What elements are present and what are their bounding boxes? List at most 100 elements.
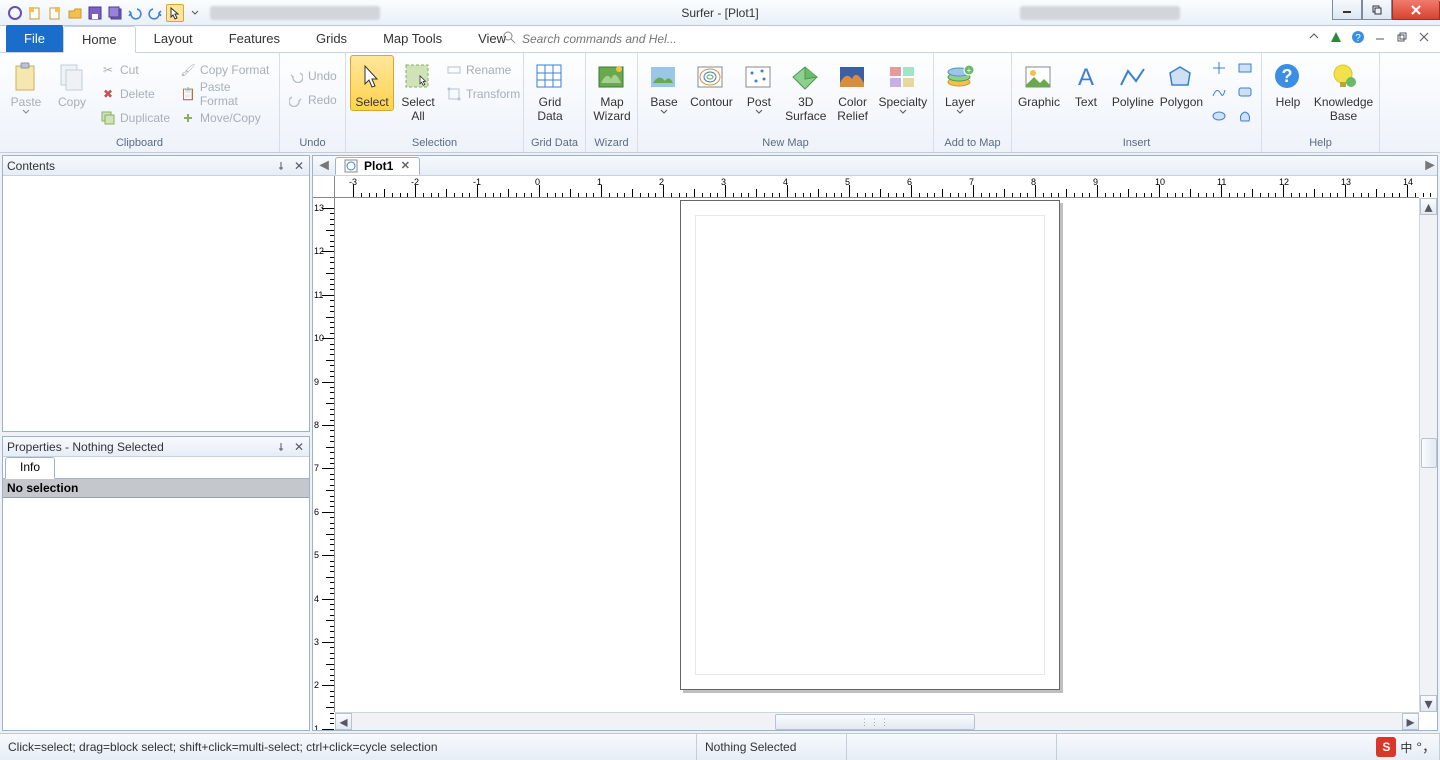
insert-point-icon[interactable]: [1207, 57, 1231, 79]
tab-nav-left-icon[interactable]: ◄: [317, 159, 331, 173]
vertical-ruler: 131211109876543210-1: [313, 198, 335, 712]
paste-button[interactable]: Paste: [4, 55, 48, 117]
paste-format-icon: 📋: [180, 86, 196, 102]
group-label: Selection: [350, 136, 519, 152]
status-tray: S 中 °，: [1376, 737, 1436, 757]
help-button[interactable]: ?Help: [1266, 55, 1310, 111]
tab-nav-right-icon[interactable]: ►: [1423, 159, 1437, 173]
undo-button[interactable]: Undo: [284, 65, 341, 87]
close-icon[interactable]: ✕: [291, 440, 307, 454]
base-icon: [648, 61, 680, 93]
scroll-up-icon[interactable]: ▴: [1420, 198, 1437, 215]
qat-pointer-icon[interactable]: [166, 4, 184, 22]
cut-button[interactable]: ✂Cut: [96, 59, 174, 81]
horizontal-scrollbar[interactable]: ◂ ⋮⋮⋮ ▸: [335, 712, 1419, 730]
redo-button[interactable]: Redo: [284, 89, 341, 111]
tab-info[interactable]: Info: [5, 457, 55, 479]
ime-icon[interactable]: S: [1376, 737, 1396, 757]
pin-icon[interactable]: [273, 159, 289, 173]
pin-icon[interactable]: [273, 440, 289, 454]
qat-redo-icon[interactable]: [146, 4, 164, 22]
collapse-ribbon-icon[interactable]: [1306, 29, 1322, 45]
title-bar: Surfer - [Plot1]: [0, 0, 1440, 26]
lang-icon[interactable]: 中: [1400, 739, 1412, 756]
tab-features[interactable]: Features: [211, 25, 298, 52]
color-relief-button[interactable]: Color Relief: [831, 55, 875, 125]
scroll-left-icon[interactable]: ◂: [335, 713, 352, 730]
feedback-icon[interactable]: [1328, 29, 1344, 45]
scroll-thumb[interactable]: [1421, 438, 1437, 468]
map-wizard-button[interactable]: Map Wizard: [590, 55, 634, 125]
vertical-scrollbar[interactable]: ▴ ▾: [1419, 198, 1437, 712]
select-button[interactable]: Select: [350, 55, 394, 111]
kb-button[interactable]: Knowledge Base: [1312, 55, 1375, 125]
qat-save-icon[interactable]: [86, 4, 104, 22]
tab-layout[interactable]: Layout: [136, 25, 211, 52]
move-copy-button[interactable]: Move/Copy: [176, 107, 275, 129]
app-icon[interactable]: [6, 4, 24, 22]
qat-undo-icon[interactable]: [126, 4, 144, 22]
text-icon: A: [1070, 61, 1102, 93]
search-commands[interactable]: [495, 28, 699, 50]
qat-open-icon[interactable]: [66, 4, 84, 22]
duplicate-button[interactable]: Duplicate: [96, 107, 174, 129]
graphic-button[interactable]: Graphic: [1016, 55, 1062, 111]
select-all-button[interactable]: Select All: [396, 55, 440, 125]
close-button[interactable]: [1392, 0, 1440, 20]
polygon-button[interactable]: Polygon: [1158, 55, 1205, 111]
base-button[interactable]: Base: [642, 55, 686, 117]
punct-icon[interactable]: °，: [1416, 737, 1436, 757]
tab-close-icon[interactable]: ✕: [399, 160, 411, 172]
text-button[interactable]: AText: [1064, 55, 1108, 111]
mdi-restore-icon[interactable]: [1394, 29, 1410, 45]
minimize-button[interactable]: [1332, 0, 1362, 20]
mdi-min-icon[interactable]: [1372, 29, 1388, 45]
window-title: Surfer - [Plot1]: [681, 6, 758, 20]
paste-format-button[interactable]: 📋Paste Format: [176, 83, 275, 105]
help-icon[interactable]: ?: [1350, 29, 1366, 45]
qat-new-icon[interactable]: [26, 4, 44, 22]
properties-body[interactable]: [3, 498, 309, 730]
tab-grids[interactable]: Grids: [298, 25, 365, 52]
post-button[interactable]: Post: [737, 55, 781, 117]
grid-data-button[interactable]: Grid Data: [528, 55, 572, 125]
insert-rrect-icon[interactable]: [1233, 81, 1257, 103]
window-controls: [1332, 0, 1440, 20]
scroll-right-icon[interactable]: ▸: [1402, 713, 1419, 730]
group-label: Clipboard: [4, 136, 275, 152]
surface-button[interactable]: 3D Surface: [783, 55, 829, 125]
search-input[interactable]: [522, 32, 692, 46]
contour-button[interactable]: Contour: [688, 55, 735, 111]
file-tab[interactable]: File: [6, 25, 63, 52]
specialty-button[interactable]: Specialty: [877, 55, 929, 117]
close-icon[interactable]: ✕: [291, 159, 307, 173]
qat-saveall-icon[interactable]: [106, 4, 124, 22]
insert-shape-icon[interactable]: [1233, 105, 1257, 127]
scroll-down-icon[interactable]: ▾: [1420, 695, 1437, 712]
select-all-label: Select All: [401, 95, 434, 123]
mdi-close-icon[interactable]: [1416, 29, 1432, 45]
rename-button[interactable]: Rename: [442, 59, 524, 81]
insert-rect-icon[interactable]: [1233, 57, 1257, 79]
plot-canvas[interactable]: [335, 198, 1419, 712]
transform-button[interactable]: Transform: [442, 83, 524, 105]
group-label: Wizard: [590, 136, 633, 152]
qat-new2-icon[interactable]: [46, 4, 64, 22]
polyline-button[interactable]: Polyline: [1110, 55, 1156, 111]
delete-button[interactable]: ✖Delete: [96, 83, 174, 105]
insert-ellipse-icon[interactable]: [1207, 105, 1231, 127]
contents-body[interactable]: [3, 176, 309, 431]
tab-map-tools[interactable]: Map Tools: [365, 25, 460, 52]
scroll-thumb[interactable]: ⋮⋮⋮: [775, 714, 975, 730]
tab-home[interactable]: Home: [63, 26, 136, 53]
maximize-button[interactable]: [1362, 0, 1392, 20]
blurred-region: [210, 6, 380, 20]
surface-icon: [790, 61, 822, 93]
plot-tab[interactable]: Plot1 ✕: [335, 157, 420, 175]
qat-dropdown-icon[interactable]: [186, 4, 204, 22]
layer-button[interactable]: +Layer: [938, 55, 982, 117]
insert-spline-icon[interactable]: [1207, 81, 1231, 103]
delete-icon: ✖: [100, 86, 116, 102]
copy-format-button[interactable]: 🖌Copy Format: [176, 59, 275, 81]
copy-button[interactable]: Copy: [50, 55, 94, 111]
